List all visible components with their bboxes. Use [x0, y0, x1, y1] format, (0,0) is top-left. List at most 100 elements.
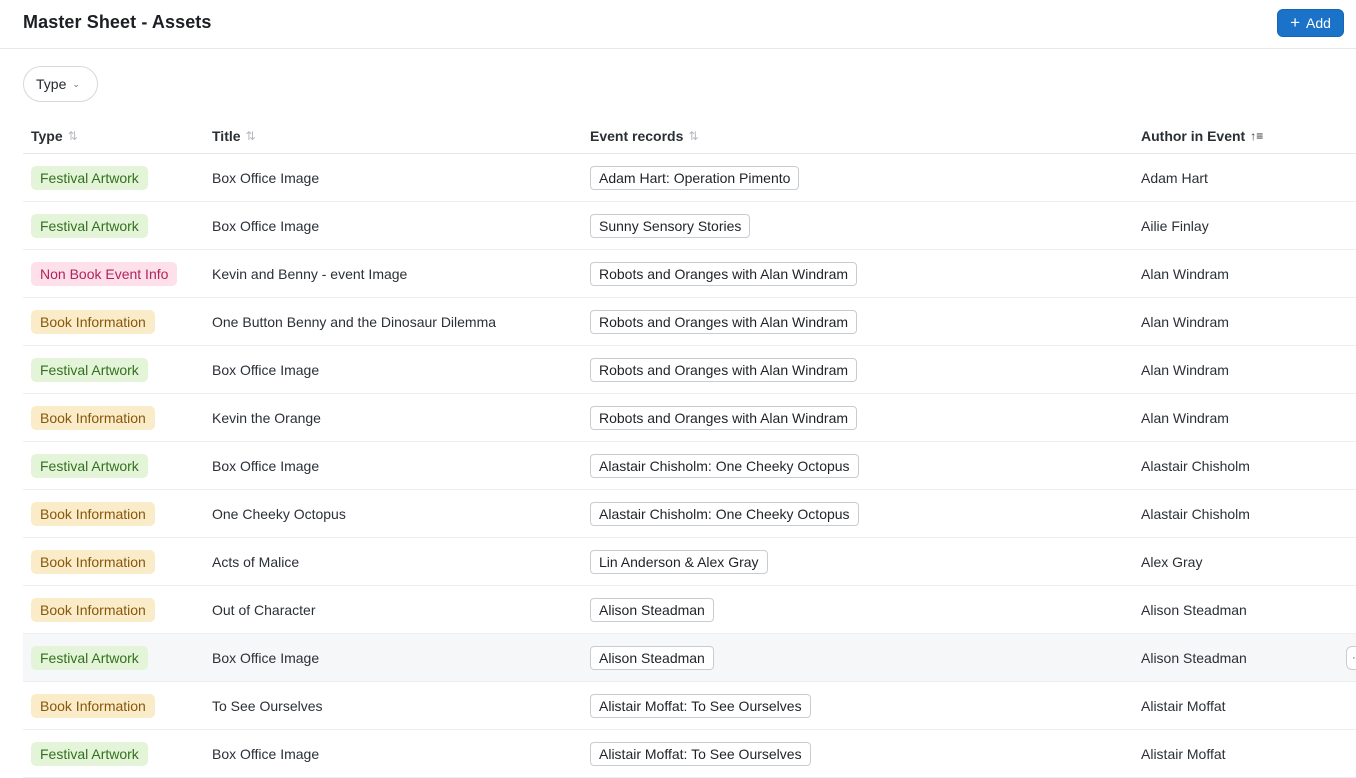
event-record-chip[interactable]: Sunny Sensory Stories	[590, 213, 751, 238]
type-cell: Book Information	[31, 394, 155, 441]
title-text: One Cheeky Octopus	[212, 505, 346, 522]
type-badge: Non Book Event Info	[31, 261, 178, 286]
author-text: Alan Windram	[1141, 313, 1229, 330]
type-badge: Book Information	[31, 405, 155, 430]
type-badge: Book Information	[31, 693, 155, 718]
type-cell: Festival Artwork	[31, 202, 148, 249]
table-row[interactable]: Festival Artwork Box Office Image Robots a…	[23, 346, 1356, 394]
column-header-label: Type	[31, 128, 63, 144]
title-cell[interactable]: One Button Benny and the Dinosaur Dilemm…	[212, 298, 496, 345]
column-header-label: Author in Event	[1141, 128, 1246, 144]
author-cell[interactable]: Alistair Moffat	[1141, 730, 1226, 777]
type-badge: Festival Artwork	[31, 453, 148, 478]
author-cell[interactable]: Alastair Chisholm	[1141, 490, 1250, 537]
table-row[interactable]: Festival Artwork Box Office Image Alison S…	[23, 634, 1356, 682]
event-record-chip[interactable]: Alison Steadman	[590, 597, 714, 622]
event-record-chip[interactable]: Robots and Oranges with Alan Windram	[590, 405, 858, 430]
event-record-chip[interactable]: Robots and Oranges with Alan Windram	[590, 309, 858, 334]
event-record-chip[interactable]: Adam Hart: Operation Pimento	[590, 165, 800, 190]
title-cell[interactable]: Box Office Image	[212, 154, 319, 201]
table-row[interactable]: Book Information One Button Benny and the…	[23, 298, 1356, 346]
event-record-cell: Robots and Oranges with Alan Windram	[590, 394, 858, 441]
add-button[interactable]: + Add	[1277, 9, 1344, 37]
type-badge: Book Information	[31, 501, 155, 526]
table-row[interactable]: Book Information To See Ourselves Alistair…	[23, 682, 1356, 730]
sort-icon[interactable]: ⇅	[688, 129, 698, 143]
table-row[interactable]: Festival Artwork Box Office Image Alastair…	[23, 442, 1356, 490]
type-cell: Book Information	[31, 490, 155, 537]
event-record-chip[interactable]: Alistair Moffat: To See Ourselves	[590, 741, 811, 766]
table-row[interactable]: Book Information Kevin the Orange Robots a…	[23, 394, 1356, 442]
sort-icon[interactable]: ⇅	[246, 129, 256, 143]
type-cell: Festival Artwork	[31, 730, 148, 777]
author-cell[interactable]: Alan Windram	[1141, 394, 1229, 441]
author-text: Adam Hart	[1141, 169, 1208, 186]
title-cell[interactable]: Kevin and Benny - event Image	[212, 250, 407, 297]
type-filter-button[interactable]: Type ⌄	[23, 66, 98, 102]
plus-icon: +	[1290, 13, 1300, 32]
type-badge: Festival Artwork	[31, 741, 148, 766]
sort-icon[interactable]: ⇅	[68, 129, 78, 143]
table-header: Type ⇅ Title ⇅ Event records ⇅ Author in…	[23, 118, 1356, 154]
column-header-event-records[interactable]: Event records ⇅	[590, 128, 698, 144]
author-text: Alistair Moffat	[1141, 745, 1226, 762]
column-header-type[interactable]: Type ⇅	[31, 128, 78, 144]
event-record-cell: Robots and Oranges with Alan Windram	[590, 346, 858, 393]
title-cell[interactable]: Acts of Malice	[212, 538, 299, 585]
title-cell[interactable]: Box Office Image	[212, 202, 319, 249]
event-record-chip[interactable]: Alastair Chisholm: One Cheeky Octopus	[590, 453, 859, 478]
title-text: Out of Character	[212, 601, 316, 618]
row-menu-icon[interactable]: ·	[1346, 646, 1356, 670]
author-cell[interactable]: Adam Hart	[1141, 154, 1208, 201]
title-cell[interactable]: To See Ourselves	[212, 682, 323, 729]
table-row[interactable]: Festival Artwork Box Office Image Adam Har…	[23, 154, 1356, 202]
author-cell[interactable]: Alastair Chisholm	[1141, 442, 1250, 489]
table-row[interactable]: Book Information One Cheeky Octopus Alasta…	[23, 490, 1356, 538]
event-record-chip[interactable]: Robots and Oranges with Alan Windram	[590, 357, 858, 382]
author-cell[interactable]: Alan Windram	[1141, 346, 1229, 393]
table-row[interactable]: Book Information Out of Character Alison S…	[23, 586, 1356, 634]
type-cell: Non Book Event Info	[31, 250, 178, 297]
event-record-chip[interactable]: Robots and Oranges with Alan Windram	[590, 261, 858, 286]
event-record-cell: Robots and Oranges with Alan Windram	[590, 250, 858, 297]
title-cell[interactable]: Box Office Image	[212, 442, 319, 489]
author-cell[interactable]: Alex Gray	[1141, 538, 1202, 585]
author-cell[interactable]: Alan Windram	[1141, 298, 1229, 345]
title-text: Box Office Image	[212, 169, 320, 186]
author-text: Ailie Finlay	[1141, 217, 1209, 234]
event-record-chip[interactable]: Alastair Chisholm: One Cheeky Octopus	[590, 501, 859, 526]
title-cell[interactable]: Box Office Image	[212, 634, 319, 681]
table-row[interactable]: Festival Artwork Box Office Image Alistair…	[23, 730, 1356, 778]
title-text: To See Ourselves	[212, 697, 323, 714]
title-cell[interactable]: One Cheeky Octopus	[212, 490, 346, 537]
type-badge: Book Information	[31, 549, 155, 574]
type-badge: Festival Artwork	[31, 165, 148, 190]
author-text: Alastair Chisholm	[1141, 505, 1250, 522]
event-record-chip[interactable]: Lin Anderson & Alex Gray	[590, 549, 768, 574]
type-cell: Book Information	[31, 298, 155, 345]
column-header-author-in-event[interactable]: Author in Event ↑≡	[1141, 128, 1263, 144]
title-cell[interactable]: Box Office Image	[212, 730, 319, 777]
title-cell[interactable]: Kevin the Orange	[212, 394, 321, 441]
author-text: Alan Windram	[1141, 265, 1229, 282]
author-cell[interactable]: Alison Steadman	[1141, 634, 1247, 681]
event-record-chip[interactable]: Alison Steadman	[590, 645, 714, 670]
event-record-cell: Alastair Chisholm: One Cheeky Octopus	[590, 442, 859, 489]
author-cell[interactable]: Alison Steadman	[1141, 586, 1247, 633]
type-badge: Book Information	[31, 597, 155, 622]
title-cell[interactable]: Box Office Image	[212, 346, 319, 393]
sort-ascending-icon[interactable]: ↑≡	[1250, 129, 1263, 143]
author-cell[interactable]: Alistair Moffat	[1141, 682, 1226, 729]
title-cell[interactable]: Out of Character	[212, 586, 316, 633]
table-row[interactable]: Non Book Event Info Kevin and Benny - eve…	[23, 250, 1356, 298]
page-title: Master Sheet - Assets	[23, 12, 212, 32]
column-header-title[interactable]: Title ⇅	[212, 128, 256, 144]
table-row[interactable]: Book Information Acts of Malice Lin Anders…	[23, 538, 1356, 586]
author-cell[interactable]: Ailie Finlay	[1141, 202, 1209, 249]
event-record-chip[interactable]: Alistair Moffat: To See Ourselves	[590, 693, 811, 718]
author-cell[interactable]: Alan Windram	[1141, 250, 1229, 297]
event-record-cell: Alistair Moffat: To See Ourselves	[590, 730, 811, 777]
event-record-cell: Robots and Oranges with Alan Windram	[590, 298, 858, 345]
table-row[interactable]: Festival Artwork Box Office Image Sunny Se…	[23, 202, 1356, 250]
event-record-cell: Adam Hart: Operation Pimento	[590, 154, 800, 201]
